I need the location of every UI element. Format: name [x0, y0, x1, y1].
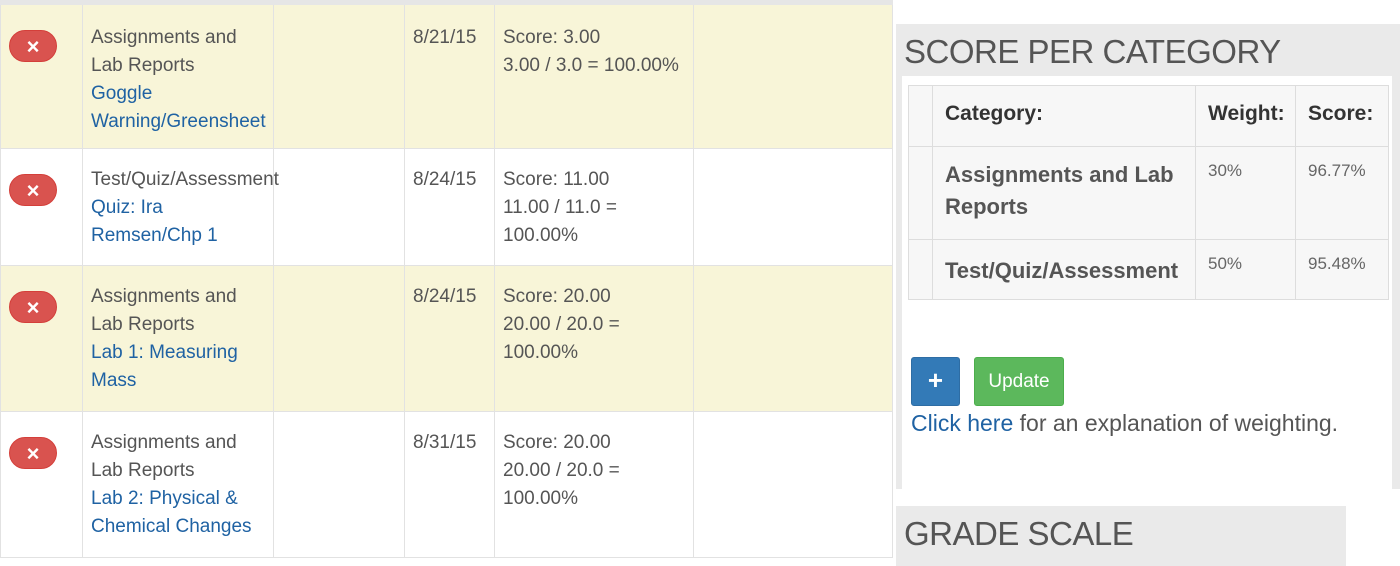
assignment-link[interactable]: Quiz: Ira Remsen/Chp 1: [91, 194, 265, 250]
table-row: × Assignments and Lab Reports Lab 1: Mea…: [0, 265, 893, 412]
explanation-link[interactable]: Click here: [911, 410, 1013, 436]
category-cell: Assignments and Lab Reports Lab 1: Measu…: [82, 265, 274, 412]
panel-title: SCORE PER CATEGORY: [904, 33, 1281, 70]
category-name: Assignments and Lab Reports: [932, 146, 1196, 240]
score-calculation: 11.00 / 11.0 = 100.00%: [503, 197, 617, 246]
delete-button[interactable]: ×: [9, 30, 57, 62]
date-cell: 8/31/15: [404, 411, 495, 558]
assignment-link[interactable]: Goggle Warning/Greensheet: [91, 80, 266, 136]
score-header: Score:: [1295, 85, 1389, 147]
score-cell: Score: 20.00 20.00 / 20.0 = 100.00%: [494, 411, 694, 558]
category-table: Category: Weight: Score: Assignments and…: [908, 85, 1389, 300]
score-calculation: 3.00 / 3.0 = 100.00%: [503, 55, 679, 76]
table-header-row: Category: Weight: Score:: [908, 85, 1389, 147]
assignment-date: 8/31/15: [413, 432, 477, 453]
empty-cell: [693, 0, 893, 149]
date-cell: 8/24/15: [404, 265, 495, 412]
category-score: 95.48%: [1295, 239, 1389, 300]
assignment-link[interactable]: Lab 1: Measuring Mass: [91, 339, 265, 395]
delete-button[interactable]: ×: [9, 437, 57, 469]
assignments-table: × Assignments and Lab Reports Goggle War…: [0, 0, 893, 558]
score-value: Score: 11.00: [503, 169, 610, 190]
empty-cell: [273, 148, 405, 266]
category-weight: 30%: [1195, 146, 1296, 240]
table-row: × Assignments and Lab Reports Goggle War…: [0, 0, 893, 149]
category-weight: 50%: [1195, 239, 1296, 300]
score-value: Score: 20.00: [503, 432, 611, 453]
assignment-date: 8/24/15: [413, 169, 477, 190]
score-cell: Score: 3.00 3.00 / 3.0 = 100.00%: [494, 0, 694, 149]
score-cell: Score: 20.00 20.00 / 20.0 = 100.00%: [494, 265, 694, 412]
category-header: Category:: [932, 85, 1196, 147]
category-name: Test/Quiz/Assessment: [932, 239, 1196, 300]
panel-body: Category: Weight: Score: Assignments and…: [902, 76, 1392, 490]
category-label: Test/Quiz/Assessment: [91, 169, 279, 190]
category-score: 96.77%: [1295, 146, 1389, 240]
header-blank: [908, 85, 933, 147]
table-row: Assignments and Lab Reports 30% 96.77%: [908, 146, 1389, 240]
row-blank: [908, 239, 933, 300]
empty-cell: [273, 0, 405, 149]
score-per-category-panel: SCORE PER CATEGORY Category: Weight: Sco…: [896, 24, 1400, 490]
delete-cell: ×: [0, 411, 83, 558]
delete-button[interactable]: ×: [9, 291, 57, 323]
empty-cell: [693, 411, 893, 558]
empty-cell: [693, 148, 893, 266]
score-value: Score: 20.00: [503, 286, 611, 307]
category-label: Assignments and Lab Reports: [91, 432, 237, 481]
category-cell: Assignments and Lab Reports Lab 2: Physi…: [82, 411, 274, 558]
delete-cell: ×: [0, 0, 83, 149]
weight-header: Weight:: [1195, 85, 1296, 147]
explanation-text: for an explanation of weighting.: [1013, 410, 1339, 436]
table-row: × Test/Quiz/Assessment Quiz: Ira Remsen/…: [0, 148, 893, 266]
row-blank: [908, 146, 933, 240]
date-cell: 8/21/15: [404, 0, 495, 149]
grade-scale-panel: GRADE SCALE: [896, 506, 1346, 566]
update-button[interactable]: Update: [974, 357, 1064, 406]
category-cell: Test/Quiz/Assessment Quiz: Ira Remsen/Ch…: [82, 148, 279, 266]
panel-title: GRADE SCALE: [904, 515, 1134, 552]
date-cell: 8/24/15: [404, 148, 495, 266]
delete-cell: ×: [0, 148, 83, 266]
delete-button[interactable]: ×: [9, 174, 57, 206]
score-value: Score: 3.00: [503, 27, 601, 48]
category-label: Assignments and Lab Reports: [91, 27, 237, 76]
category-label: Assignments and Lab Reports: [91, 286, 237, 335]
empty-cell: [693, 265, 893, 412]
score-cell: Score: 11.00 11.00 / 11.0 = 100.00%: [494, 148, 694, 266]
assignment-link[interactable]: Lab 2: Physical & Chemical Changes: [91, 485, 265, 541]
add-category-button[interactable]: +: [911, 357, 960, 406]
assignment-date: 8/24/15: [413, 286, 477, 307]
score-calculation: 20.00 / 20.0 = 100.00%: [503, 314, 620, 363]
empty-cell: [273, 265, 405, 412]
assignment-date: 8/21/15: [413, 27, 477, 48]
empty-cell: [273, 411, 405, 558]
category-cell: Assignments and Lab Reports Goggle Warni…: [82, 0, 274, 149]
delete-cell: ×: [0, 265, 83, 412]
table-row: × Assignments and Lab Reports Lab 2: Phy…: [0, 411, 893, 558]
weighting-explanation: Click here for an explanation of weighti…: [911, 410, 1338, 437]
score-calculation: 20.00 / 20.0 = 100.00%: [503, 460, 620, 509]
table-row: Test/Quiz/Assessment 50% 95.48%: [908, 239, 1389, 300]
